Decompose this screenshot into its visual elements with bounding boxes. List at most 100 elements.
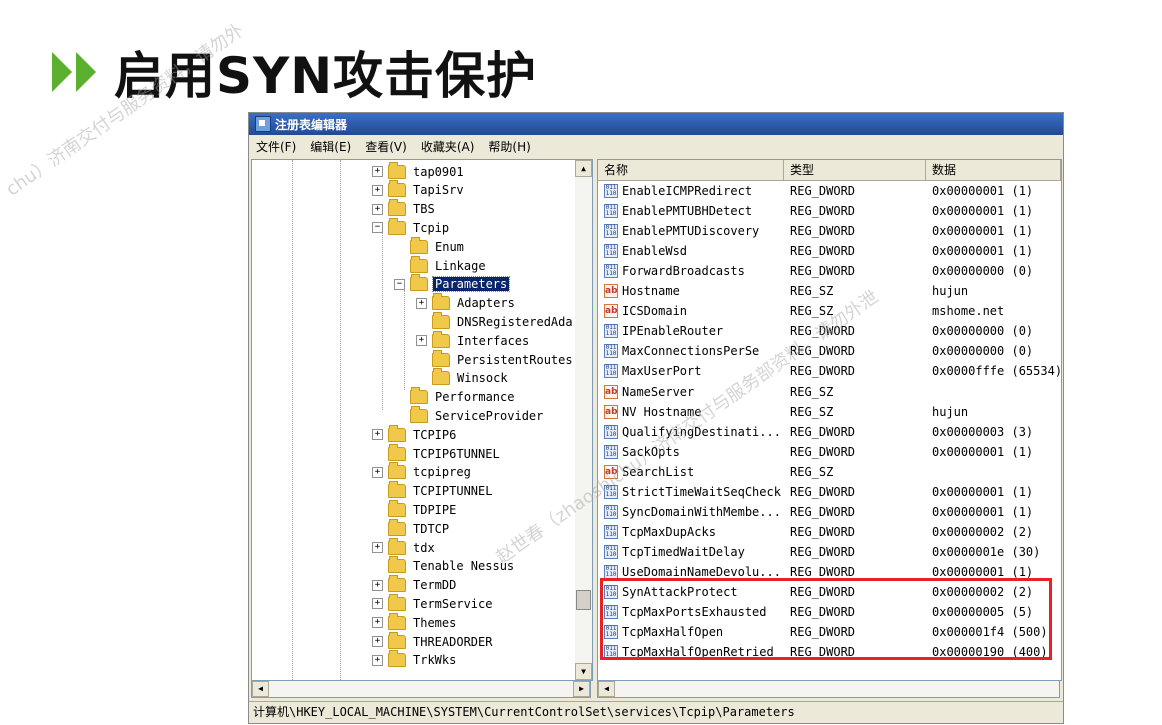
value-name: SackOpts — [622, 444, 680, 459]
registry-value-row[interactable]: 011 110 EnablePMTUDiscovery REG_DWORD 0x0000… — [598, 221, 1061, 241]
scroll-left-arrow-icon[interactable]: ◀ — [598, 681, 615, 697]
registry-value-row[interactable]: 011 110 TcpMaxDupAcks REG_DWORD 0x00000002 (… — [598, 522, 1061, 542]
registry-value-row[interactable]: 011 110 SackOpts REG_DWORD 0x00000001 (1) — [598, 442, 1061, 462]
value-name: NV Hostname — [622, 404, 702, 419]
tree-item[interactable]: ServiceProvider — [394, 405, 545, 425]
tree-item[interactable]: Linkage — [394, 255, 488, 275]
tree-item-label: tcpipreg — [413, 465, 471, 480]
list-horizontal-scrollbar[interactable]: ◀ — [597, 680, 1060, 698]
menu-item[interactable]: 查看(V) — [358, 138, 414, 155]
folder-icon — [388, 161, 406, 179]
value-name: IPEnableRouter — [622, 324, 724, 339]
expand-plus-icon[interactable]: + — [416, 297, 427, 309]
tree-item[interactable]: + Adapters — [416, 293, 517, 313]
expand-plus-icon[interactable]: + — [372, 617, 383, 629]
tree-item[interactable]: + TermService — [372, 593, 494, 613]
expand-plus-icon[interactable]: + — [372, 579, 383, 591]
tree-item[interactable]: Performance — [394, 387, 516, 407]
tree-item[interactable]: + TermDD — [372, 575, 458, 595]
value-name: SyncDomainWithMembe... — [622, 504, 781, 519]
tree-horizontal-scrollbar[interactable]: ◀ ▶ — [251, 680, 591, 698]
expand-plus-icon[interactable]: + — [372, 542, 383, 553]
registry-value-row[interactable]: 011 110 SyncDomainWithMembe... REG_DWORD 0x0… — [598, 502, 1061, 522]
menu-bar: 文件(F) 编辑(E) 查看(V) 收藏夹(A) 帮助(H) — [249, 135, 1063, 157]
menu-item[interactable]: 编辑(E) — [303, 138, 358, 155]
registry-value-row[interactable]: ab NV Hostname REG_SZ hujun — [598, 402, 1061, 422]
registry-value-row[interactable]: ab SearchList REG_SZ — [598, 462, 1061, 482]
folder-icon — [432, 368, 450, 386]
registry-value-row[interactable]: 011 110 ForwardBroadcasts REG_DWORD 0x000000… — [598, 261, 1061, 281]
registry-value-row[interactable]: 011 110 MaxConnectionsPerSe REG_DWORD 0x0000… — [598, 341, 1061, 361]
registry-value-row[interactable]: ab Hostname REG_SZ hujun — [598, 281, 1061, 301]
tree-item-label: Tenable Nessus — [413, 559, 515, 574]
scroll-right-arrow-icon[interactable]: ▶ — [573, 681, 590, 697]
expand-plus-icon[interactable]: + — [372, 429, 383, 441]
expand-plus-icon[interactable]: + — [372, 636, 383, 647]
collapse-minus-icon[interactable]: − — [372, 222, 383, 234]
tree-item[interactable]: TCPIPTUNNEL — [372, 481, 494, 501]
tree-item-label: Linkage — [435, 258, 486, 273]
folder-icon — [388, 518, 406, 536]
column-header-name[interactable]: 名称 — [598, 160, 784, 180]
registry-value-row[interactable]: 011 110 StrictTimeWaitSeqCheck REG_DWORD 0x0… — [598, 482, 1061, 502]
tree-item[interactable]: TCPIP6TUNNEL — [372, 443, 502, 463]
value-data: 0x00000001 (1) — [932, 444, 1034, 459]
tree-item[interactable]: + tap0901 — [372, 161, 466, 181]
value-type: REG_SZ — [790, 284, 834, 299]
tree-item[interactable]: + THREADORDER — [372, 631, 494, 651]
expand-plus-icon[interactable]: + — [416, 335, 427, 347]
expand-plus-icon[interactable]: + — [372, 598, 383, 610]
value-data: mshome.net — [932, 304, 1005, 319]
registry-value-row[interactable]: 011 110 TcpTimedWaitDelay REG_DWORD 0x000000… — [598, 542, 1061, 562]
tree-item[interactable]: PersistentRoutes — [416, 349, 574, 369]
value-type: REG_SZ — [790, 384, 834, 399]
column-header-data[interactable]: 数据 — [926, 160, 1061, 180]
tree-item[interactable]: Winsock — [416, 368, 510, 388]
tree-item[interactable]: Tenable Nessus — [372, 556, 516, 576]
menu-item[interactable]: 帮助(H) — [481, 138, 537, 155]
tree-item[interactable]: − Parameters — [394, 274, 511, 294]
tree-item[interactable]: + TapiSrv — [372, 180, 466, 200]
tree-item[interactable]: TDTCP — [372, 518, 451, 538]
expand-plus-icon[interactable]: + — [372, 203, 383, 215]
expand-plus-icon[interactable]: + — [372, 466, 383, 478]
value-data: 0x00000002 (2) — [932, 524, 1034, 539]
registry-value-row[interactable]: ab NameServer REG_SZ — [598, 382, 1061, 402]
expand-plus-icon[interactable]: + — [372, 166, 383, 177]
tree-item[interactable]: + TrkWks — [372, 650, 458, 670]
tree-item[interactable]: + Themes — [372, 612, 458, 632]
value-name: EnableICMPRedirect — [622, 184, 753, 198]
value-name: EnablePMTUDiscovery — [622, 224, 760, 239]
tree-item[interactable]: + tdx — [372, 537, 437, 557]
folder-icon — [388, 575, 406, 593]
tree-item[interactable]: Enum — [394, 236, 466, 256]
tree-vertical-scrollbar[interactable]: ▲ ▼ — [575, 160, 592, 680]
scroll-down-arrow-icon[interactable]: ▼ — [575, 663, 592, 680]
expand-plus-icon[interactable]: + — [372, 654, 383, 666]
tree-item[interactable]: DNSRegisteredAda — [416, 311, 574, 331]
registry-value-row[interactable]: 011 110 EnableICMPRedirect REG_DWORD 0x00000… — [598, 181, 1061, 201]
scroll-left-arrow-icon[interactable]: ◀ — [252, 681, 269, 697]
tree-item[interactable]: + tcpipreg — [372, 462, 473, 482]
tree-item[interactable]: − Tcpip — [372, 217, 451, 237]
registry-value-row[interactable]: 011 110 EnablePMTUBHDetect REG_DWORD 0x00000… — [598, 201, 1061, 221]
registry-value-row[interactable]: 011 110 IPEnableRouter REG_DWORD 0x00000000 … — [598, 321, 1061, 341]
scroll-up-arrow-icon[interactable]: ▲ — [575, 160, 592, 177]
tree-item[interactable]: + Interfaces — [416, 330, 531, 350]
scroll-thumb[interactable] — [576, 590, 591, 610]
expand-plus-icon[interactable]: + — [372, 184, 383, 196]
folder-icon — [388, 481, 406, 499]
title-bar[interactable]: 注册表编辑器 — [249, 113, 1063, 135]
registry-value-row[interactable]: 011 110 EnableWsd REG_DWORD 0x00000001 (1) — [598, 241, 1061, 261]
registry-value-row[interactable]: 011 110 QualifyingDestinati... REG_DWORD 0x0… — [598, 422, 1061, 442]
collapse-minus-icon[interactable]: − — [394, 278, 405, 290]
column-header-type[interactable]: 类型 — [784, 160, 926, 180]
tree-item[interactable]: TDPIPE — [372, 499, 458, 519]
key-tree-pane[interactable]: + tap0901 + TapiSrv + TBS − Tcpip Enum Linkage − Pa… — [251, 159, 593, 681]
registry-value-row[interactable]: 011 110 MaxUserPort REG_DWORD 0x0000fffe (65… — [598, 361, 1061, 381]
menu-item[interactable]: 收藏夹(A) — [414, 138, 482, 155]
menu-item[interactable]: 文件(F) — [249, 138, 303, 155]
tree-item[interactable]: + TCPIP6 — [372, 424, 458, 444]
registry-value-row[interactable]: ab ICSDomain REG_SZ mshome.net — [598, 301, 1061, 321]
tree-item[interactable]: + TBS — [372, 199, 437, 219]
